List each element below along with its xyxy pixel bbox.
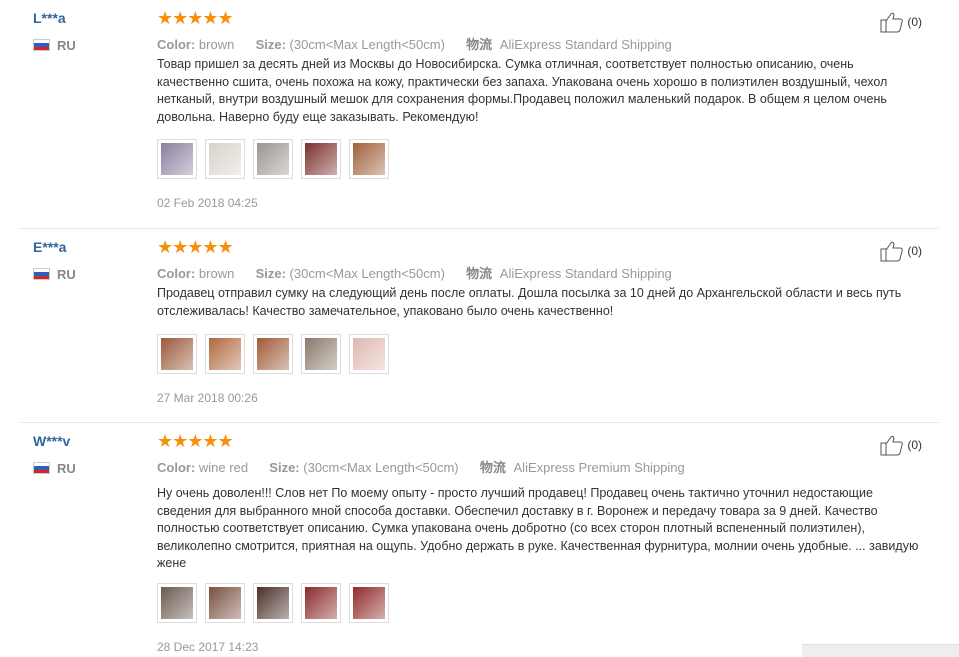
like-count: (0) [907,438,922,452]
size-label: Size: [255,37,286,52]
order-info: Color: brown Size: (30cm<Max Length<50cm… [157,34,672,53]
logistics-icon: 物流 [466,37,493,52]
color-value: wine red [198,460,249,475]
review-item: L***a RU ★★★★★ (0) Color: brown Size: (3… [0,0,959,228]
logistics-icon: 物流 [479,460,506,475]
review-photo[interactable] [253,334,293,374]
review-item: E***a RU ★★★★★ (0) Color: brown Size: (3… [0,229,959,422]
review-photo[interactable] [157,583,197,623]
thumbs-up-icon [880,435,904,456]
review-photo[interactable] [205,583,245,623]
horizontal-scrollbar[interactable] [802,644,959,657]
review-photo[interactable] [157,334,197,374]
order-info: Color: wine red Size: (30cm<Max Length<5… [157,457,685,476]
like-count: (0) [907,244,922,258]
review-photo[interactable] [157,139,197,179]
color-label: Color: [157,266,196,281]
review-photo[interactable] [349,139,389,179]
reviewer-name[interactable]: W***v [33,433,70,449]
review-photo[interactable] [205,334,245,374]
reviewer-country: RU [57,38,76,53]
reviewer-country: RU [57,461,76,476]
review-photos [157,334,389,374]
like-count: (0) [907,15,922,29]
review-photo[interactable] [301,334,341,374]
review-photo[interactable] [301,583,341,623]
color-label: Color: [157,37,196,52]
shipping-method: AliExpress Standard Shipping [499,266,672,281]
review-photos [157,583,389,623]
reviews-page: L***a RU ★★★★★ (0) Color: brown Size: (3… [0,0,959,657]
review-photo[interactable] [349,334,389,374]
like-button[interactable]: (0) [880,11,922,33]
size-value: (30cm<Max Length<50cm) [303,460,459,475]
color-value: brown [198,37,235,52]
reviewer-name[interactable]: E***a [33,239,66,255]
size-label: Size: [255,266,286,281]
review-photo[interactable] [301,139,341,179]
size-value: (30cm<Max Length<50cm) [289,37,445,52]
review-date: 27 Mar 2018 00:26 [157,391,258,405]
size-value: (30cm<Max Length<50cm) [289,266,445,281]
review-photo[interactable] [253,139,293,179]
russia-flag-icon [33,39,50,51]
shipping-method: AliExpress Standard Shipping [499,37,672,52]
like-button[interactable]: (0) [880,434,922,456]
review-date: 28 Dec 2017 14:23 [157,640,259,654]
reviewer-country: RU [57,267,76,282]
review-photo[interactable] [205,139,245,179]
star-rating: ★★★★★ [157,431,234,451]
review-photo[interactable] [253,583,293,623]
russia-flag-icon [33,268,50,280]
star-rating: ★★★★★ [157,237,234,257]
like-button[interactable]: (0) [880,240,922,262]
shipping-method: AliExpress Premium Shipping [513,460,685,475]
review-photo[interactable] [349,583,389,623]
review-item: W***v RU ★★★★★ (0) Color: wine red Size:… [0,423,959,657]
logistics-icon: 物流 [466,266,493,281]
review-text: Ну очень доволен!!! Слов нет По моему оп… [157,486,919,570]
color-value: brown [198,266,235,281]
review-photos [157,139,389,179]
review-text: Товар пришел за десять дней из Москвы до… [157,57,888,124]
thumbs-up-icon [880,12,904,33]
size-label: Size: [269,460,300,475]
reviewer-name[interactable]: L***a [33,10,66,26]
color-label: Color: [157,460,196,475]
review-text: Продавец отправил сумку на следующий ден… [157,286,902,318]
order-info: Color: brown Size: (30cm<Max Length<50cm… [157,263,672,282]
review-date: 02 Feb 2018 04:25 [157,196,258,210]
russia-flag-icon [33,462,50,474]
thumbs-up-icon [880,241,904,262]
star-rating: ★★★★★ [157,8,234,28]
